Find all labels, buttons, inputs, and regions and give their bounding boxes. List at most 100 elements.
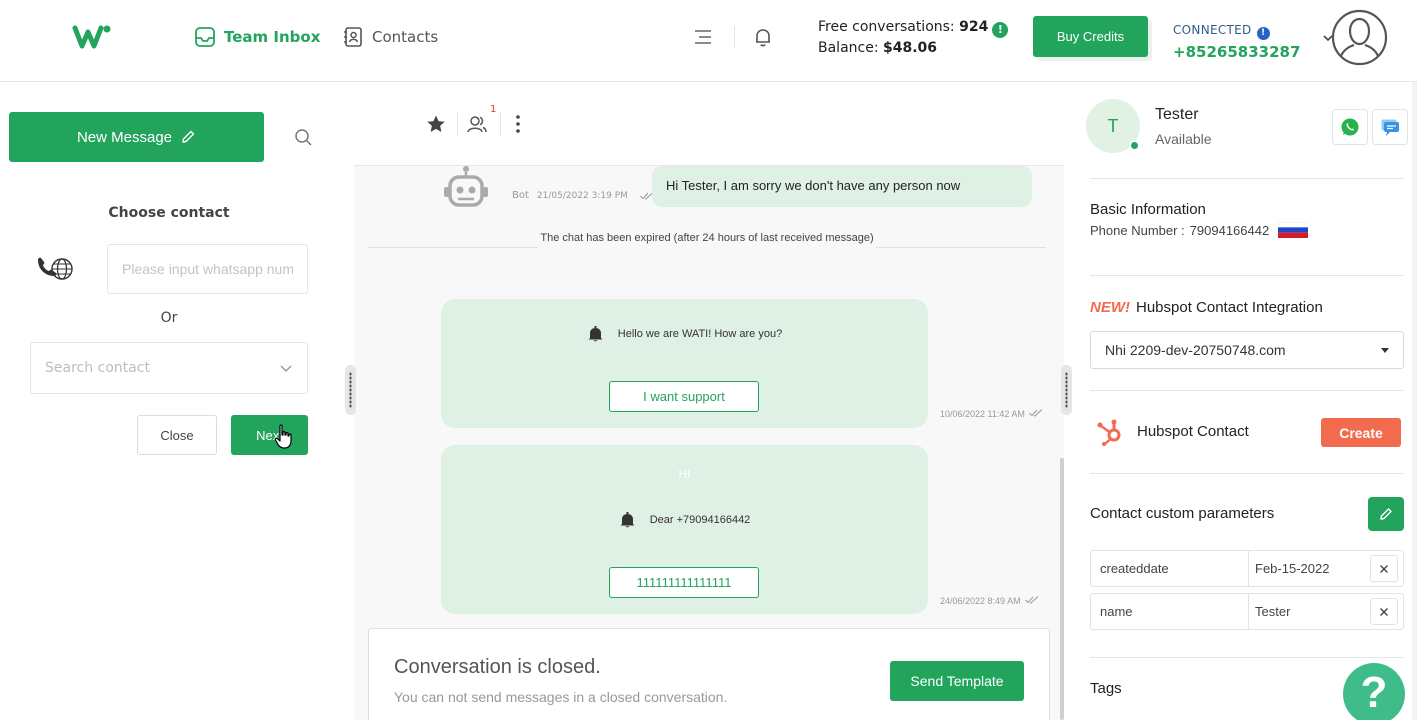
- chat-toolbar: [354, 82, 1064, 166]
- double-check-icon: [1029, 409, 1043, 417]
- buy-credits-button[interactable]: Buy Credits: [1033, 16, 1148, 57]
- edit-parameters-button[interactable]: [1368, 497, 1404, 531]
- hubspot-logo-icon: [1097, 419, 1121, 446]
- close-icon: [1380, 607, 1388, 616]
- nav-contacts-label: Contacts: [372, 28, 439, 46]
- whatsapp-icon: [1341, 118, 1359, 136]
- free-conversations-label: Free conversations:: [818, 19, 955, 35]
- expired-divider-line: [368, 247, 538, 248]
- tags-heading: Tags: [1090, 680, 1122, 697]
- nav-contacts[interactable]: Contacts: [342, 26, 438, 48]
- send-template-button[interactable]: Send Template: [890, 661, 1024, 701]
- header-divider: [734, 26, 735, 48]
- section-divider: [1090, 275, 1404, 276]
- bot-icon: [444, 166, 488, 207]
- close-button[interactable]: Close: [137, 415, 217, 455]
- whatsapp-number-input[interactable]: [107, 244, 308, 294]
- menu-lines-icon[interactable]: [692, 26, 714, 48]
- parameter-value: Feb-15-2022: [1255, 561, 1330, 576]
- bot-message-time: 21/05/2022 3:19 PM: [536, 190, 628, 201]
- phone-value: 79094166442: [1189, 222, 1270, 238]
- search-contact-placeholder: Search contact: [45, 360, 150, 376]
- parameter-key: createddate: [1100, 561, 1169, 576]
- new-message-label: New Message: [76, 128, 173, 146]
- close-icon: [1380, 564, 1388, 573]
- chat-scrollbar[interactable]: [1060, 458, 1064, 720]
- quick-reply-button[interactable]: 111111111111111: [609, 567, 759, 598]
- contact-status: Available: [1155, 131, 1212, 147]
- conversation-closed-panel: Conversation is closed. You can not send…: [368, 628, 1050, 720]
- info-icon[interactable]: !: [992, 22, 1009, 38]
- section-divider: [1090, 473, 1404, 474]
- connected-number: +85265833287: [1173, 43, 1301, 61]
- remove-parameter-button[interactable]: [1370, 598, 1398, 625]
- template-message-bubble: Hello we are WATI! How are you? I want s…: [441, 299, 928, 428]
- right-resize-handle[interactable]: [1061, 365, 1072, 415]
- next-button[interactable]: Next: [231, 415, 308, 455]
- section-divider: [1090, 657, 1404, 658]
- double-check-icon: [1024, 596, 1038, 604]
- remove-parameter-button[interactable]: [1370, 555, 1398, 582]
- contact-name: Tester: [1155, 106, 1199, 123]
- pencil-icon: [182, 130, 195, 143]
- search-icon[interactable]: [294, 128, 313, 147]
- template-message-bubble: HI Dear +79094166442 111111111111111: [441, 445, 928, 614]
- conversation-closed-subtitle: You can not send messages in a closed co…: [394, 689, 728, 705]
- more-options-icon[interactable]: [512, 113, 524, 135]
- quick-reply-button[interactable]: I want support: [609, 381, 759, 412]
- basic-information-heading: Basic Information: [1090, 201, 1206, 218]
- bot-message-bubble: Hi Tester, I am sorry we don't have any …: [652, 166, 1032, 207]
- custom-parameter-row: name Tester: [1090, 593, 1404, 630]
- chat-bubble-icon: [1381, 119, 1399, 136]
- connection-status: CONNECTED! +85265833287: [1173, 19, 1300, 61]
- nav-team-inbox[interactable]: Team Inbox: [194, 26, 320, 48]
- hubspot-account-value: Nhi 2209-dev-20750748.com: [1105, 342, 1286, 358]
- hand-cursor-icon: [274, 424, 292, 449]
- template-body: Dear +79094166442: [441, 511, 928, 528]
- template-message-time: 24/06/2022 8:49 AM: [940, 596, 1039, 606]
- star-icon[interactable]: [426, 114, 446, 134]
- caret-down-icon: [1381, 347, 1389, 353]
- custom-parameter-row: createddate Feb-15-2022: [1090, 550, 1404, 587]
- chevron-down-icon: [280, 365, 292, 372]
- participants-badge: 1: [490, 104, 497, 115]
- wati-logo-icon[interactable]: [72, 22, 112, 52]
- choose-contact-heading: Choose contact: [108, 205, 230, 221]
- phone-globe-icon: [38, 257, 73, 280]
- message-time: 10/06/2022 11:42 AM: [940, 409, 1025, 419]
- pencil-icon: [1380, 508, 1392, 520]
- contacts-book-icon: [344, 27, 362, 47]
- expired-divider-line: [876, 247, 1046, 248]
- connection-info-icon[interactable]: !: [1256, 27, 1270, 40]
- phone-label: Phone Number :: [1090, 222, 1185, 238]
- hubspot-integration-heading: NEW! Hubspot Contact Integration: [1090, 299, 1323, 316]
- hubspot-account-select[interactable]: Nhi 2209-dev-20750748.com: [1090, 331, 1404, 369]
- connected-label: CONNECTED: [1173, 23, 1252, 37]
- help-button[interactable]: ?: [1343, 663, 1405, 720]
- nav-team-inbox-label: Team Inbox: [224, 28, 321, 46]
- bell-icon: [620, 512, 635, 528]
- left-resize-handle[interactable]: [345, 365, 356, 415]
- search-contact-select[interactable]: Search contact: [30, 342, 308, 394]
- custom-parameters-heading: Contact custom parameters: [1090, 505, 1275, 522]
- chat-button[interactable]: [1372, 109, 1408, 145]
- inbox-icon: [195, 27, 215, 47]
- section-divider: [1090, 390, 1404, 391]
- template-body: Hello we are WATI! How are you?: [441, 325, 928, 342]
- template-header: HI: [678, 467, 691, 481]
- create-hubspot-contact-button[interactable]: Create: [1321, 418, 1401, 447]
- template-text: Hello we are WATI! How are you?: [617, 327, 783, 340]
- whatsapp-button[interactable]: [1332, 109, 1368, 145]
- user-avatar-icon[interactable]: [1331, 9, 1388, 66]
- bell-icon[interactable]: [752, 26, 774, 48]
- new-message-button[interactable]: New Message: [9, 112, 264, 162]
- online-status-dot: [1129, 140, 1140, 151]
- phone-number-row: Phone Number : 79094166442: [1090, 222, 1309, 238]
- bell-icon: [588, 326, 603, 342]
- right-panel-scrollbar[interactable]: [1412, 82, 1417, 720]
- bot-sender-label: Bot: [512, 190, 529, 201]
- parameter-separator: [1248, 551, 1249, 586]
- section-divider: [1090, 178, 1404, 179]
- hubspot-integration-title: Hubspot Contact Integration: [1136, 299, 1323, 316]
- participants-icon[interactable]: [466, 113, 488, 135]
